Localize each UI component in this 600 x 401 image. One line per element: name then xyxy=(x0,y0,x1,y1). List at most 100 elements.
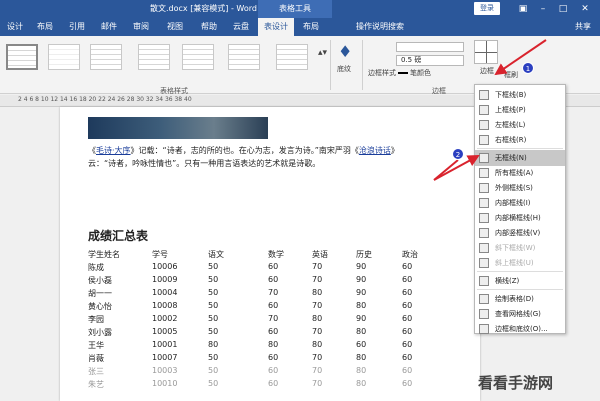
table-cell: 10007 xyxy=(152,353,178,362)
link-canglang[interactable]: 沧浪诗话 xyxy=(359,146,391,155)
border-painter-label[interactable]: 框刷 xyxy=(504,70,518,80)
border-menu-item[interactable]: 内部框线(I) xyxy=(475,195,565,211)
border-option-icon xyxy=(479,228,489,238)
table-cell: 10010 xyxy=(152,379,178,388)
document-page[interactable]: 《毛诗·大序》记载：“诗者，志的所的也。在心为志，发言为诗。”南宋严羽《沧浪诗话… xyxy=(60,107,480,401)
table-style-thumb[interactable] xyxy=(6,44,38,70)
shading-bucket-icon[interactable]: ♦ xyxy=(338,42,352,61)
ribbon-display-icon[interactable]: ▣ xyxy=(514,2,532,16)
border-menu-item[interactable]: 查看网格线(G) xyxy=(475,306,565,322)
tab-references[interactable]: 引用 xyxy=(64,18,90,36)
shading-button-label[interactable]: 底纹 xyxy=(337,64,351,74)
minimize-icon[interactable]: – xyxy=(534,2,552,16)
tab-help[interactable]: 帮助 xyxy=(196,18,222,36)
border-menu-item[interactable]: 内部横框线(H) xyxy=(475,210,565,226)
border-menu-item[interactable]: 横线(Z) xyxy=(475,273,565,289)
tab-review[interactable]: 审阅 xyxy=(128,18,154,36)
table-style-thumb[interactable] xyxy=(276,44,308,70)
table-cell: 70 xyxy=(312,353,323,362)
border-menu-item[interactable]: 上框线(P) xyxy=(475,102,565,118)
table-cell: 80 xyxy=(356,379,367,388)
border-styles-label[interactable]: 边框样式 xyxy=(368,68,396,78)
styles-scroll-icon[interactable]: ▴▾ xyxy=(318,48,327,58)
tab-layout[interactable]: 布局 xyxy=(32,18,58,36)
table-style-thumb[interactable] xyxy=(138,44,170,70)
table-style-thumb[interactable] xyxy=(90,44,122,70)
table-cell: 张三 xyxy=(88,367,104,376)
border-menu-item-label: 外侧框线(S) xyxy=(495,184,533,192)
border-menu-item[interactable]: 斜上框线(U) xyxy=(475,255,565,271)
border-menu-item[interactable]: 下框线(B) xyxy=(475,87,565,103)
table-cell: 60 xyxy=(268,327,279,336)
paragraph-line-1[interactable]: 《毛诗·大序》记载：“诗者，志的所的也。在心为志，发言为诗。”南宋严羽《沧浪诗话… xyxy=(88,145,399,156)
table-cell: 10001 xyxy=(152,340,178,349)
border-menu-item[interactable]: 右框线(R) xyxy=(475,132,565,148)
border-menu-item-label: 下框线(B) xyxy=(495,91,527,99)
table-cell: 90 xyxy=(356,275,367,284)
borders-grid-icon[interactable] xyxy=(474,40,498,64)
table-cell: 10003 xyxy=(152,366,178,375)
table-heading[interactable]: 成绩汇总表 xyxy=(88,227,148,244)
border-option-icon xyxy=(479,153,489,163)
menu-separator xyxy=(477,289,563,290)
border-menu-item[interactable]: 斜下框线(W) xyxy=(475,240,565,256)
table-cell: 50 xyxy=(208,288,219,297)
close-icon[interactable]: ✕ xyxy=(576,2,594,16)
pen-color-label[interactable]: 笔颜色 xyxy=(410,68,431,78)
border-menu-item[interactable]: 边框和底纹(O)... xyxy=(475,321,565,337)
border-menu-item[interactable]: 无框线(N) xyxy=(475,150,565,166)
border-option-icon xyxy=(479,294,489,304)
table-cell: 80 xyxy=(208,340,219,349)
border-menu-item[interactable]: 左框线(L) xyxy=(475,117,565,133)
border-menu-item[interactable]: 所有框线(A) xyxy=(475,165,565,181)
table-style-thumb[interactable] xyxy=(48,44,80,70)
border-line-style-select[interactable] xyxy=(396,42,464,52)
table-style-thumb[interactable] xyxy=(182,44,214,70)
table-style-thumb[interactable] xyxy=(228,44,260,70)
table-cell: 90 xyxy=(356,262,367,271)
table-cell: 王华 xyxy=(88,341,104,350)
table-cell: 60 xyxy=(402,314,413,323)
table-cell: 70 xyxy=(268,288,279,297)
maximize-icon[interactable]: □ xyxy=(554,2,572,16)
table-cell: 80 xyxy=(356,353,367,362)
border-menu-item-label: 绘制表格(D) xyxy=(495,295,534,303)
table-cell: 70 xyxy=(312,366,323,375)
tab-table-design[interactable]: 表设计 xyxy=(258,18,294,36)
tab-mailings[interactable]: 邮件 xyxy=(96,18,122,36)
table-cell: 50 xyxy=(208,314,219,323)
border-option-icon xyxy=(479,135,489,145)
table-cell: 90 xyxy=(356,314,367,323)
share-button[interactable]: 共享 xyxy=(566,18,600,36)
border-option-icon xyxy=(479,324,489,334)
ribbon-separator xyxy=(362,40,363,90)
menu-separator xyxy=(477,148,563,149)
tab-table-layout[interactable]: 布局 xyxy=(298,18,324,36)
link-mao-shi[interactable]: 毛诗·大序 xyxy=(96,146,131,155)
border-menu-item-label: 边框和底纹(O)... xyxy=(495,325,548,333)
border-menu-item-label: 所有框线(A) xyxy=(495,169,534,177)
table-cell: 80 xyxy=(356,366,367,375)
border-menu-item-label: 内部横框线(H) xyxy=(495,214,541,222)
table-cell: 50 xyxy=(208,262,219,271)
paragraph-line-2[interactable]: 云：“诗者，吟咏性情也”。只有一种用言语表达的艺术就是诗歌。 xyxy=(88,158,320,169)
tell-me-search[interactable]: 操作说明搜索 xyxy=(340,18,420,36)
table-cell: 60 xyxy=(268,301,279,310)
ruler-numbers: 2 4 6 8 10 12 14 16 18 20 22 24 26 28 30… xyxy=(18,96,192,103)
table-cell: 80 xyxy=(312,288,323,297)
border-menu-item[interactable]: 绘制表格(D) xyxy=(475,291,565,307)
border-menu-item[interactable]: 外侧框线(S) xyxy=(475,180,565,196)
border-option-icon xyxy=(479,258,489,268)
border-menu-item[interactable]: 内部竖框线(V) xyxy=(475,225,565,241)
login-button[interactable]: 登录 xyxy=(474,2,500,15)
table-cell: 60 xyxy=(402,301,413,310)
step-marker-1: 1 xyxy=(522,62,534,74)
borders-button-label[interactable]: 边框 xyxy=(480,66,494,76)
line-weight-select[interactable]: 0.5 磅 xyxy=(396,55,464,66)
tab-cloud[interactable]: 云盘 xyxy=(228,18,254,36)
tab-design[interactable]: 设计 xyxy=(2,18,28,36)
tab-view[interactable]: 视图 xyxy=(162,18,188,36)
border-menu-item-label: 右框线(R) xyxy=(495,136,527,144)
table-cell: 60 xyxy=(268,366,279,375)
table-cell: 50 xyxy=(208,301,219,310)
